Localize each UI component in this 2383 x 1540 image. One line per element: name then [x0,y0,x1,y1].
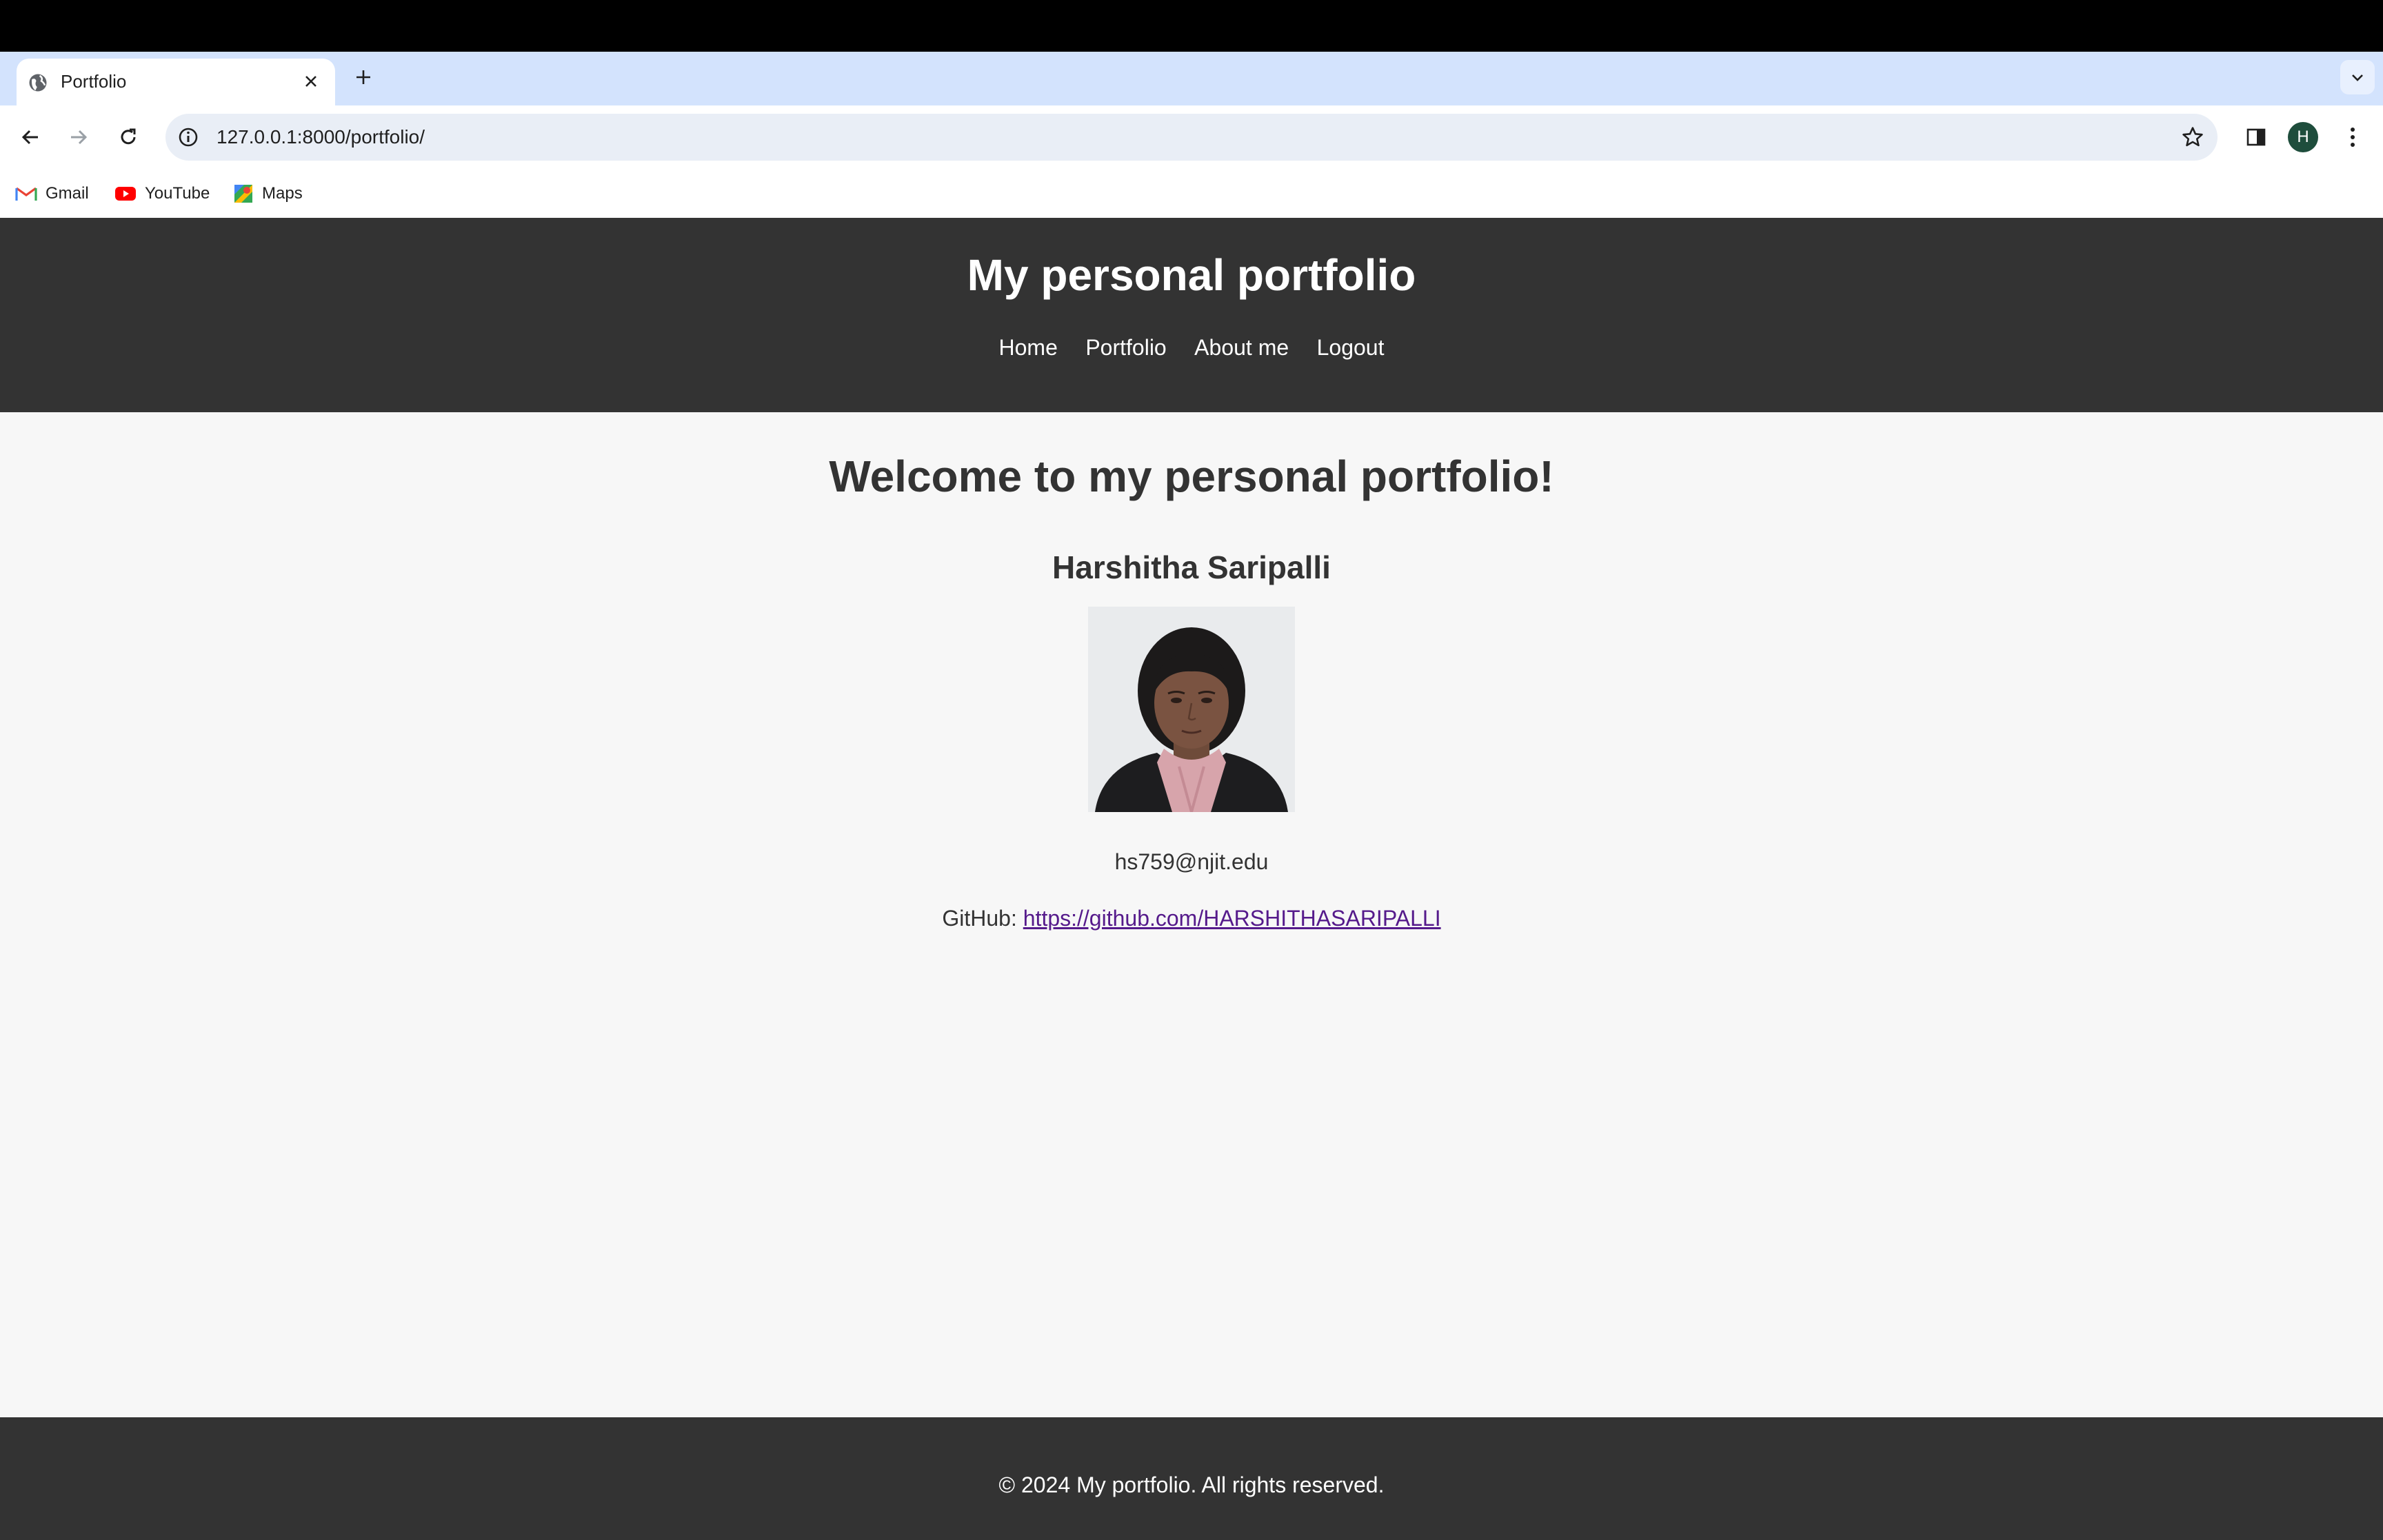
page-viewport: My personal portfolio Home Portfolio Abo… [0,218,2383,1540]
more-vertical-icon [2351,128,2355,147]
browser-menu-button[interactable] [2335,119,2371,155]
back-button[interactable] [12,119,48,155]
nav-home-link[interactable]: Home [999,335,1058,360]
arrow-left-icon [21,130,38,145]
profile-avatar[interactable]: H [2288,122,2318,152]
nav-logout-link[interactable]: Logout [1317,335,1385,360]
tab-strip: Portfolio [0,52,2383,105]
bookmarks-bar: Gmail YouTube Maps [0,170,2383,218]
side-panel-icon [2246,128,2266,146]
github-label: GitHub: [942,906,1017,931]
site-footer: © 2024 My portfolio. All rights reserved… [0,1417,2383,1540]
arrow-right-icon [71,130,88,145]
tab-portfolio[interactable]: Portfolio [17,59,335,105]
site-info-icon[interactable] [177,125,200,149]
bookmark-label: Gmail [46,184,89,203]
browser-toolbar: 127.0.0.1:8000/portfolio/ H [0,105,2383,170]
profile-email: hs759@njit.edu [1114,849,1269,874]
bookmark-label: Maps [262,184,303,203]
bookmark-star-button[interactable] [2179,123,2206,151]
bookmark-label: YouTube [145,184,210,203]
close-icon [305,76,316,87]
tab-title: Portfolio [61,71,127,92]
youtube-icon [115,187,136,201]
reload-button[interactable] [110,119,146,155]
close-tab-button[interactable] [298,68,324,94]
welcome-heading: Welcome to my personal portfolio! [829,452,1554,501]
side-panel-button[interactable] [2238,119,2274,155]
github-line: GitHub: https://github.com/HARSHITHASARI… [0,906,2383,931]
nav-about-link[interactable]: About me [1194,335,1289,360]
forward-button[interactable] [61,119,97,155]
bookmark-maps[interactable]: Maps [233,181,303,207]
bookmark-gmail[interactable]: Gmail [15,181,89,207]
portrait-image [1088,607,1295,812]
maps-icon [234,185,252,203]
profile-name: Harshitha Saripalli [1052,549,1331,585]
globe-icon [29,74,47,92]
star-icon [2182,127,2203,147]
chevron-down-icon [2352,74,2363,81]
reload-icon [121,128,136,145]
site-header: My personal portfolio Home Portfolio Abo… [0,218,2383,412]
footer-copyright: © 2024 My portfolio. All rights reserved… [998,1472,1385,1497]
profile-photo [1088,607,1295,812]
plus-icon [356,70,370,84]
system-top-bar [0,0,2383,52]
new-tab-button[interactable] [349,63,378,92]
nav-portfolio-link[interactable]: Portfolio [1085,335,1166,360]
url-text[interactable]: 127.0.0.1:8000/portfolio/ [217,126,425,148]
github-link[interactable]: https://github.com/HARSHITHASARIPALLI [1023,906,1441,931]
address-bar[interactable]: 127.0.0.1:8000/portfolio/ [165,114,2218,161]
gmail-icon [15,187,37,201]
bookmark-youtube[interactable]: YouTube [114,181,210,207]
tab-search-button[interactable] [2340,60,2375,94]
site-title: My personal portfolio [967,250,1416,300]
site-nav: Home Portfolio About me Logout [0,335,2383,361]
